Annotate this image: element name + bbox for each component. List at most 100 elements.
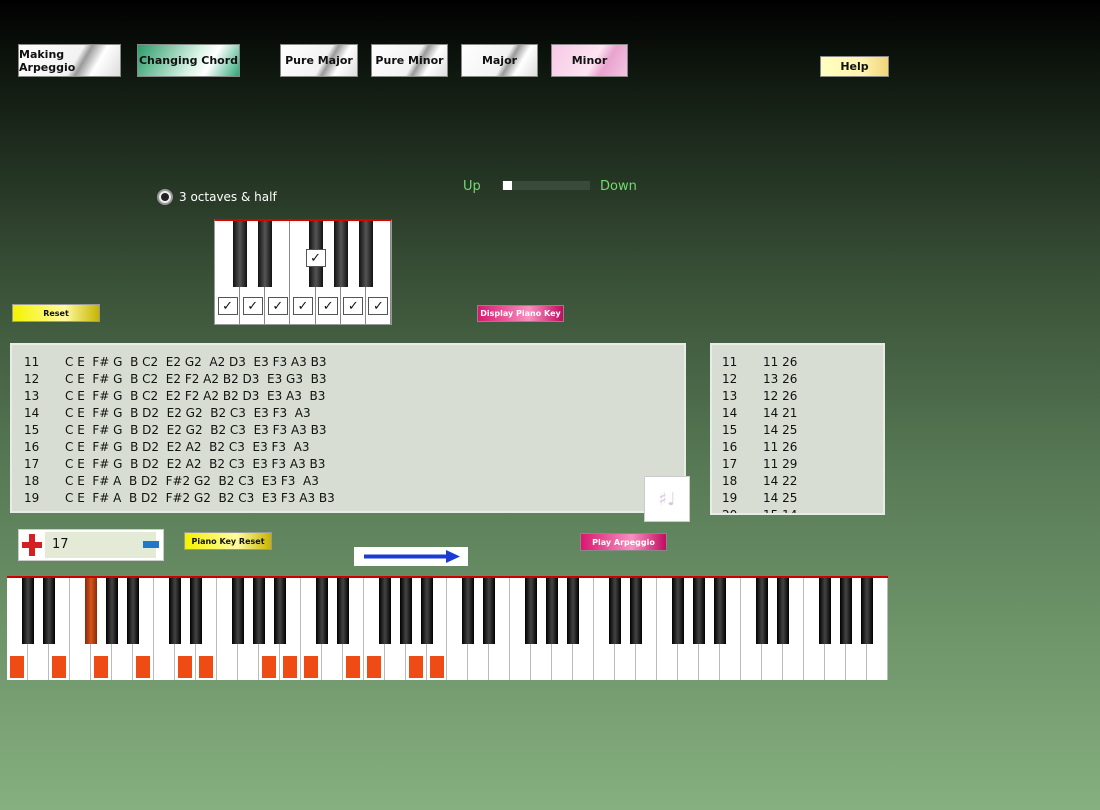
chord-number-row[interactable]: 12 13 26 bbox=[722, 370, 883, 387]
chord-index: 19 bbox=[722, 490, 738, 505]
highlighted-key-marker bbox=[199, 656, 214, 678]
chord-number-row[interactable]: 18 14 22 bbox=[722, 472, 883, 489]
chord-pair-values: 14 22 bbox=[763, 473, 798, 488]
black-key[interactable] bbox=[21, 578, 34, 644]
black-key[interactable] bbox=[714, 578, 727, 644]
direction-up-label: Up bbox=[463, 179, 481, 194]
black-key[interactable] bbox=[84, 578, 97, 644]
minus-icon[interactable] bbox=[143, 541, 159, 548]
white-key-check-icon[interactable]: ✓ bbox=[242, 297, 263, 315]
making-arpeggio-button[interactable]: Making Arpeggio bbox=[18, 44, 121, 77]
black-key[interactable] bbox=[231, 578, 244, 644]
black-key[interactable] bbox=[672, 578, 685, 644]
chord-notes: C E F# A B D2 F#2 G2 B2 C3 E3 F3 A3 bbox=[65, 473, 319, 488]
pure-minor-button[interactable]: Pure Minor bbox=[371, 44, 448, 77]
chord-row[interactable]: 13 C E F# G B C2 E2 F2 A2 B2 D3 E3 A3 B3 bbox=[24, 387, 684, 404]
play-direction-arrow[interactable] bbox=[354, 547, 468, 566]
chord-row[interactable]: 11 C E F# G B C2 E2 G2 A2 D3 E3 F3 A3 B3 bbox=[24, 353, 684, 370]
chord-number-row[interactable]: 14 14 21 bbox=[722, 404, 883, 421]
reset-button[interactable]: Reset bbox=[12, 304, 100, 322]
changing-chord-button[interactable]: Changing Chord bbox=[137, 44, 240, 77]
black-key[interactable] bbox=[756, 578, 769, 644]
major-button[interactable]: Major bbox=[461, 44, 538, 77]
black-key[interactable] bbox=[630, 578, 643, 644]
black-key[interactable] bbox=[336, 578, 349, 644]
pure-major-button[interactable]: Pure Major bbox=[280, 44, 358, 77]
white-key-check-icon[interactable]: ✓ bbox=[217, 297, 238, 315]
chord-list[interactable]: 11 C E F# G B C2 E2 G2 A2 D3 E3 F3 A3 B3 1… bbox=[10, 343, 686, 513]
black-key[interactable] bbox=[693, 578, 706, 644]
black-key[interactable] bbox=[861, 578, 874, 644]
chord-row[interactable]: 16 C E F# G B D2 E2 A2 B2 C3 E3 F3 A3 bbox=[24, 438, 684, 455]
black-key[interactable] bbox=[42, 578, 55, 644]
highlighted-key-marker bbox=[178, 656, 193, 678]
black-key[interactable] bbox=[546, 578, 559, 644]
chord-pair-values: 14 25 bbox=[763, 490, 798, 505]
chord-row[interactable]: 18 C E F# A B D2 F#2 G2 B2 C3 E3 F3 A3 bbox=[24, 472, 684, 489]
black-key[interactable] bbox=[168, 578, 181, 644]
chord-number-row[interactable]: 19 14 25 bbox=[722, 489, 883, 506]
chord-number-row[interactable]: 16 11 26 bbox=[722, 438, 883, 455]
piano-key-reset-button[interactable]: Piano Key Reset bbox=[184, 532, 272, 550]
octave-range-option[interactable]: 3 octaves & half bbox=[157, 189, 277, 205]
chord-number-row[interactable]: 11 11 26 bbox=[722, 353, 883, 370]
chord-number-row[interactable]: 20 15 14 bbox=[722, 506, 883, 515]
black-key[interactable] bbox=[567, 578, 580, 644]
direction-slider-thumb[interactable] bbox=[503, 181, 512, 190]
black-key[interactable] bbox=[609, 578, 622, 644]
mini-black-key[interactable] bbox=[333, 221, 348, 287]
chord-row[interactable]: 17 C E F# G B D2 E2 A2 B2 C3 E3 F3 A3 B3 bbox=[24, 455, 684, 472]
black-key[interactable] bbox=[462, 578, 475, 644]
plus-icon[interactable] bbox=[22, 534, 42, 556]
chord-number-row[interactable]: 15 14 25 bbox=[722, 421, 883, 438]
black-key[interactable] bbox=[840, 578, 853, 644]
music-notation-icon[interactable]: ♯♩ bbox=[644, 476, 690, 522]
black-key[interactable] bbox=[399, 578, 412, 644]
black-key[interactable] bbox=[252, 578, 265, 644]
mini-black-key[interactable] bbox=[258, 221, 273, 287]
black-key[interactable] bbox=[315, 578, 328, 644]
chord-number-row[interactable]: 13 12 26 bbox=[722, 387, 883, 404]
black-key[interactable] bbox=[378, 578, 391, 644]
highlighted-key-marker bbox=[430, 656, 444, 678]
black-key-check-icon[interactable]: ✓ bbox=[305, 249, 326, 267]
white-key-check-icon[interactable]: ✓ bbox=[267, 297, 288, 315]
white-key-check-icon[interactable]: ✓ bbox=[293, 297, 313, 315]
help-button[interactable]: Help bbox=[820, 56, 889, 77]
chord-notes: C E F# G B C2 E2 G2 A2 D3 E3 F3 A3 B3 bbox=[65, 354, 327, 369]
white-key-check-icon[interactable]: ✓ bbox=[318, 297, 339, 315]
chord-number-row[interactable]: 17 11 29 bbox=[722, 455, 883, 472]
radio-icon[interactable] bbox=[157, 189, 173, 205]
highlighted-key-marker bbox=[346, 656, 361, 678]
chord-row[interactable]: 14 C E F# G B D2 E2 G2 B2 C3 E3 F3 A3 bbox=[24, 404, 684, 421]
chord-row[interactable]: 19 C E F# A B D2 F#2 G2 B2 C3 E3 F3 A3 B3 bbox=[24, 489, 684, 506]
black-key[interactable] bbox=[126, 578, 139, 644]
display-piano-key-button[interactable]: Display Piano Key bbox=[477, 305, 564, 322]
mini-keyboard[interactable]: ✓ ✓ ✓ ✓ ✓ ✓ ✓ ✓ bbox=[214, 219, 392, 325]
white-key-check-icon[interactable]: ✓ bbox=[368, 297, 389, 315]
chord-notes: C E F# G B C2 E2 F2 A2 B2 D3 E3 A3 B3 bbox=[65, 388, 326, 403]
mini-black-key[interactable] bbox=[358, 221, 373, 287]
black-key[interactable] bbox=[105, 578, 118, 644]
black-key[interactable] bbox=[525, 578, 538, 644]
play-arpeggio-button[interactable]: Play Arpeggio bbox=[580, 533, 667, 551]
black-key[interactable] bbox=[777, 578, 790, 644]
minor-button[interactable]: Minor bbox=[551, 44, 628, 77]
stepper-value[interactable]: 17 bbox=[45, 532, 156, 558]
black-key[interactable] bbox=[189, 578, 202, 644]
chord-number: 12 bbox=[24, 371, 40, 386]
white-key-check-icon[interactable]: ✓ bbox=[343, 297, 364, 315]
black-key[interactable] bbox=[420, 578, 433, 644]
black-key[interactable] bbox=[483, 578, 496, 644]
chord-row[interactable]: 12 C E F# G B C2 E2 F2 A2 B2 D3 E3 G3 B3 bbox=[24, 370, 684, 387]
piano-keyboard[interactable] bbox=[7, 576, 888, 680]
black-key[interactable] bbox=[819, 578, 832, 644]
mini-black-key[interactable] bbox=[233, 221, 248, 287]
chord-notes: C E F# G B D2 E2 G2 B2 C3 E3 F3 A3 bbox=[65, 405, 311, 420]
black-key[interactable] bbox=[273, 578, 286, 644]
chord-index: 15 bbox=[722, 422, 738, 437]
chord-row[interactable]: 15 C E F# G B D2 E2 G2 B2 C3 E3 F3 A3 B3 bbox=[24, 421, 684, 438]
chord-index: 20 bbox=[722, 507, 738, 515]
direction-slider[interactable] bbox=[502, 181, 590, 190]
chord-number-list[interactable]: 11 11 26 12 13 26 13 12 26 14 14 21 15 14 25 16 11 … bbox=[710, 343, 885, 515]
